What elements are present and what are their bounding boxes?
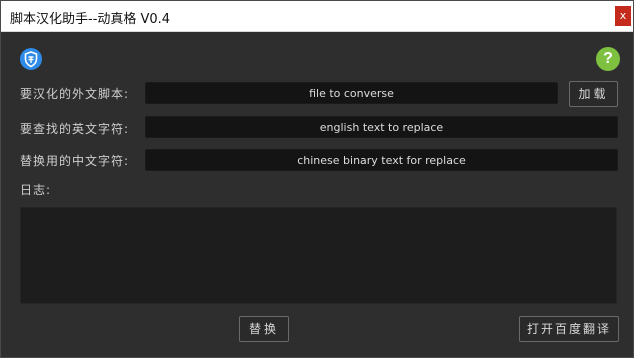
window-title: 脚本汉化助手--动真格 V0.4 — [10, 12, 171, 27]
find-text-input[interactable]: english text to replace — [145, 116, 618, 138]
load-button[interactable]: 加载 — [569, 81, 618, 107]
shield-icon — [20, 48, 42, 70]
find-label: 要查找的英文字符: — [20, 122, 130, 136]
title-bar: 脚本汉化助手--动真格 V0.4 x — [1, 1, 633, 32]
close-button[interactable]: x — [615, 6, 631, 26]
app-window: 脚本汉化助手--动真格 V0.4 x ? 要汉化的外文脚本: file to c… — [0, 0, 634, 358]
replace-button[interactable]: 替换 — [239, 316, 289, 342]
replace-text-input[interactable]: chinese binary text for replace — [145, 149, 618, 171]
help-icon[interactable]: ? — [596, 47, 620, 71]
log-label: 日志: — [20, 183, 52, 197]
open-baidu-translate-button[interactable]: 打开百度翻译 — [519, 316, 619, 342]
log-textarea[interactable] — [20, 207, 617, 304]
replace-label: 替换用的中文字符: — [20, 154, 130, 168]
script-label: 要汉化的外文脚本: — [20, 87, 130, 101]
script-file-input[interactable]: file to converse — [145, 82, 558, 104]
